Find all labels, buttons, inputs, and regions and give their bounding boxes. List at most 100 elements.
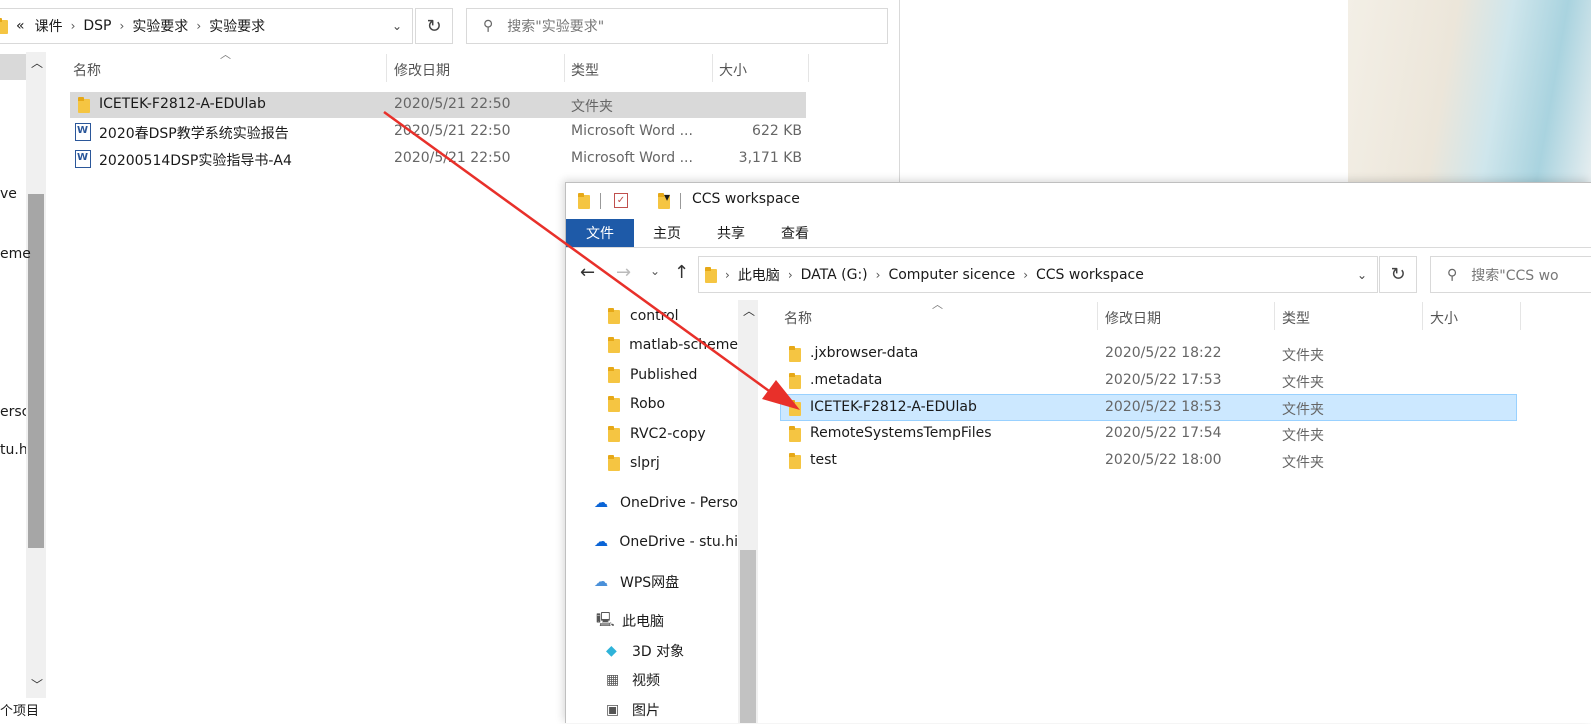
nav-item[interactable]: ◆ 3D 对象: [606, 637, 738, 665]
column-header-name[interactable]: 名称: [784, 308, 812, 328]
tab-view[interactable]: 查看: [768, 219, 822, 247]
file-row[interactable]: test 2020/5/22 18:00 文件夹: [781, 448, 1517, 474]
column-divider: [564, 54, 565, 82]
breadcrumb-item[interactable]: 实验要求: [132, 16, 188, 36]
nav-selected-item[interactable]: [0, 54, 26, 80]
breadcrumb-item[interactable]: Computer sicence: [888, 267, 1015, 283]
file-date: 2020/5/22 18:22: [1105, 345, 1222, 361]
nav-item[interactable]: control: [608, 302, 738, 330]
nav-fragment[interactable]: eme: [0, 246, 31, 262]
chevron-right-icon[interactable]: ›: [876, 268, 881, 282]
divider: [600, 193, 601, 209]
nav-item[interactable]: slprj: [608, 449, 738, 477]
nav-item[interactable]: Published: [608, 361, 738, 389]
file-type: Microsoft Word ...: [571, 123, 693, 139]
refresh-icon: ↻: [426, 15, 442, 37]
nav-item[interactable]: ▦ 视频: [606, 666, 738, 694]
refresh-button[interactable]: ↻: [415, 8, 453, 44]
desktop-wallpaper: [1348, 0, 1591, 185]
column-header-date[interactable]: 修改日期: [394, 60, 450, 80]
tab-label: 查看: [781, 226, 809, 242]
file-row[interactable]: .metadata 2020/5/22 17:53 文件夹: [781, 368, 1517, 394]
nav-item[interactable]: matlab-scheme: [608, 331, 738, 359]
breadcrumb-item[interactable]: 课件: [35, 16, 63, 36]
nav-item[interactable]: RVC2-copy: [608, 420, 738, 448]
file-row-selected[interactable]: ICETEK-F2812-A-EDUlab 2020/5/22 18:53 文件…: [780, 394, 1517, 421]
chevron-right-icon[interactable]: ›: [196, 19, 201, 33]
column-header-type[interactable]: 类型: [571, 60, 599, 80]
overflow-chevron-icon[interactable]: «: [16, 18, 25, 34]
nav-item[interactable]: Robo: [608, 390, 738, 418]
chevron-right-icon[interactable]: ›: [725, 268, 730, 282]
nav-fragment[interactable]: ve: [0, 186, 17, 202]
divider: [680, 193, 681, 209]
refresh-button[interactable]: ↻: [1379, 256, 1417, 293]
file-row[interactable]: 20200514DSP实验指导书-A4 2020/5/21 22:50 Micr…: [70, 146, 806, 172]
folder-icon: [789, 373, 801, 389]
nav-pane-scrollbar[interactable]: ︿ ﹀: [26, 52, 46, 698]
scroll-up-icon[interactable]: ︿: [743, 302, 755, 319]
folder-icon: [789, 346, 801, 362]
chevron-right-icon[interactable]: ›: [71, 19, 76, 33]
file-date: 2020/5/21 22:50: [394, 150, 511, 166]
chevron-right-icon[interactable]: ›: [120, 19, 125, 33]
file-type: 文件夹: [1282, 375, 1324, 391]
tab-file[interactable]: 文件: [566, 219, 634, 247]
file-date: 2020/5/21 22:50: [394, 96, 511, 112]
column-header-type[interactable]: 类型: [1282, 308, 1310, 328]
nav-item[interactable]: ☁ OneDrive - Perso: [594, 489, 738, 517]
title-bar[interactable]: ✓ ▾ CCS workspace: [566, 183, 1591, 217]
back-button[interactable]: ←: [580, 262, 595, 283]
forward-button[interactable]: →: [616, 262, 631, 283]
customize-quick-access-icon[interactable]: ▾: [664, 190, 670, 204]
nav-fragment[interactable]: ersc: [0, 404, 26, 420]
chevron-down-icon[interactable]: ⌄: [1357, 268, 1367, 282]
tab-share[interactable]: 共享: [704, 219, 758, 247]
scroll-up-icon[interactable]: ︿: [31, 54, 43, 71]
scroll-down-icon[interactable]: ﹀: [31, 676, 43, 693]
chevron-down-icon[interactable]: ⌄: [392, 19, 402, 33]
column-header-name[interactable]: 名称: [73, 60, 101, 80]
up-button[interactable]: ↑: [674, 262, 689, 283]
breadcrumb-item[interactable]: DSP: [83, 18, 111, 34]
search-box[interactable]: ⚲ 搜索"实验要求": [466, 8, 888, 44]
column-divider: [1274, 302, 1275, 330]
file-row[interactable]: .jxbrowser-data 2020/5/22 18:22 文件夹: [781, 341, 1517, 367]
column-header-size[interactable]: 大小: [1430, 308, 1458, 328]
properties-checkbox-icon[interactable]: ✓: [614, 193, 628, 208]
nav-item[interactable]: 🖳 此电脑: [596, 607, 738, 635]
nav-item-label: WPS网盘: [620, 575, 680, 591]
chevron-right-icon[interactable]: ›: [788, 268, 793, 282]
nav-item[interactable]: ☁ WPS网盘: [594, 568, 738, 596]
nav-item-label: matlab-scheme: [629, 337, 738, 353]
breadcrumb-item[interactable]: 实验要求: [209, 16, 265, 36]
column-header-size[interactable]: 大小: [719, 60, 747, 80]
scroll-thumb[interactable]: [740, 550, 756, 723]
file-date: 2020/5/22 17:54: [1105, 425, 1222, 441]
breadcrumb-item[interactable]: 此电脑: [738, 265, 780, 285]
nav-item-label: OneDrive - stu.hi: [619, 534, 738, 550]
tab-home[interactable]: 主页: [640, 219, 694, 247]
file-name: .metadata: [810, 372, 883, 388]
recent-locations-button[interactable]: ⌄: [650, 264, 660, 278]
file-row-selected[interactable]: ICETEK-F2812-A-EDUlab 2020/5/21 22:50 文件…: [70, 92, 806, 118]
column-header-date[interactable]: 修改日期: [1105, 308, 1161, 328]
nav-item[interactable]: ▣ 图片: [606, 696, 738, 724]
file-row[interactable]: 2020春DSP教学系统实验报告 2020/5/21 22:50 Microso…: [70, 119, 806, 145]
address-bar[interactable]: « 课件 › DSP › 实验要求 › 实验要求 ⌄: [0, 8, 413, 44]
search-icon: ⚲: [1447, 266, 1458, 283]
file-row[interactable]: RemoteSystemsTempFiles 2020/5/22 17:54 文…: [781, 421, 1517, 447]
chevron-right-icon[interactable]: ›: [1023, 268, 1028, 282]
breadcrumb-item[interactable]: CCS workspace: [1036, 267, 1144, 283]
nav-fragment[interactable]: tu.hi: [0, 442, 26, 458]
picture-icon: ▣: [606, 702, 620, 718]
refresh-icon: ↻: [1390, 264, 1406, 285]
breadcrumb-item[interactable]: DATA (G:): [801, 267, 868, 283]
word-document-icon: [75, 123, 91, 141]
search-box[interactable]: ⚲ 搜索"CCS wo: [1430, 256, 1591, 293]
ribbon-separator: [566, 247, 1591, 248]
nav-pane-scrollbar[interactable]: ︿: [738, 300, 758, 723]
address-bar[interactable]: › 此电脑 › DATA (G:) › Computer sicence › C…: [698, 256, 1378, 293]
nav-item[interactable]: ☁ OneDrive - stu.hi: [594, 528, 738, 556]
nav-item-label: slprj: [630, 455, 660, 471]
